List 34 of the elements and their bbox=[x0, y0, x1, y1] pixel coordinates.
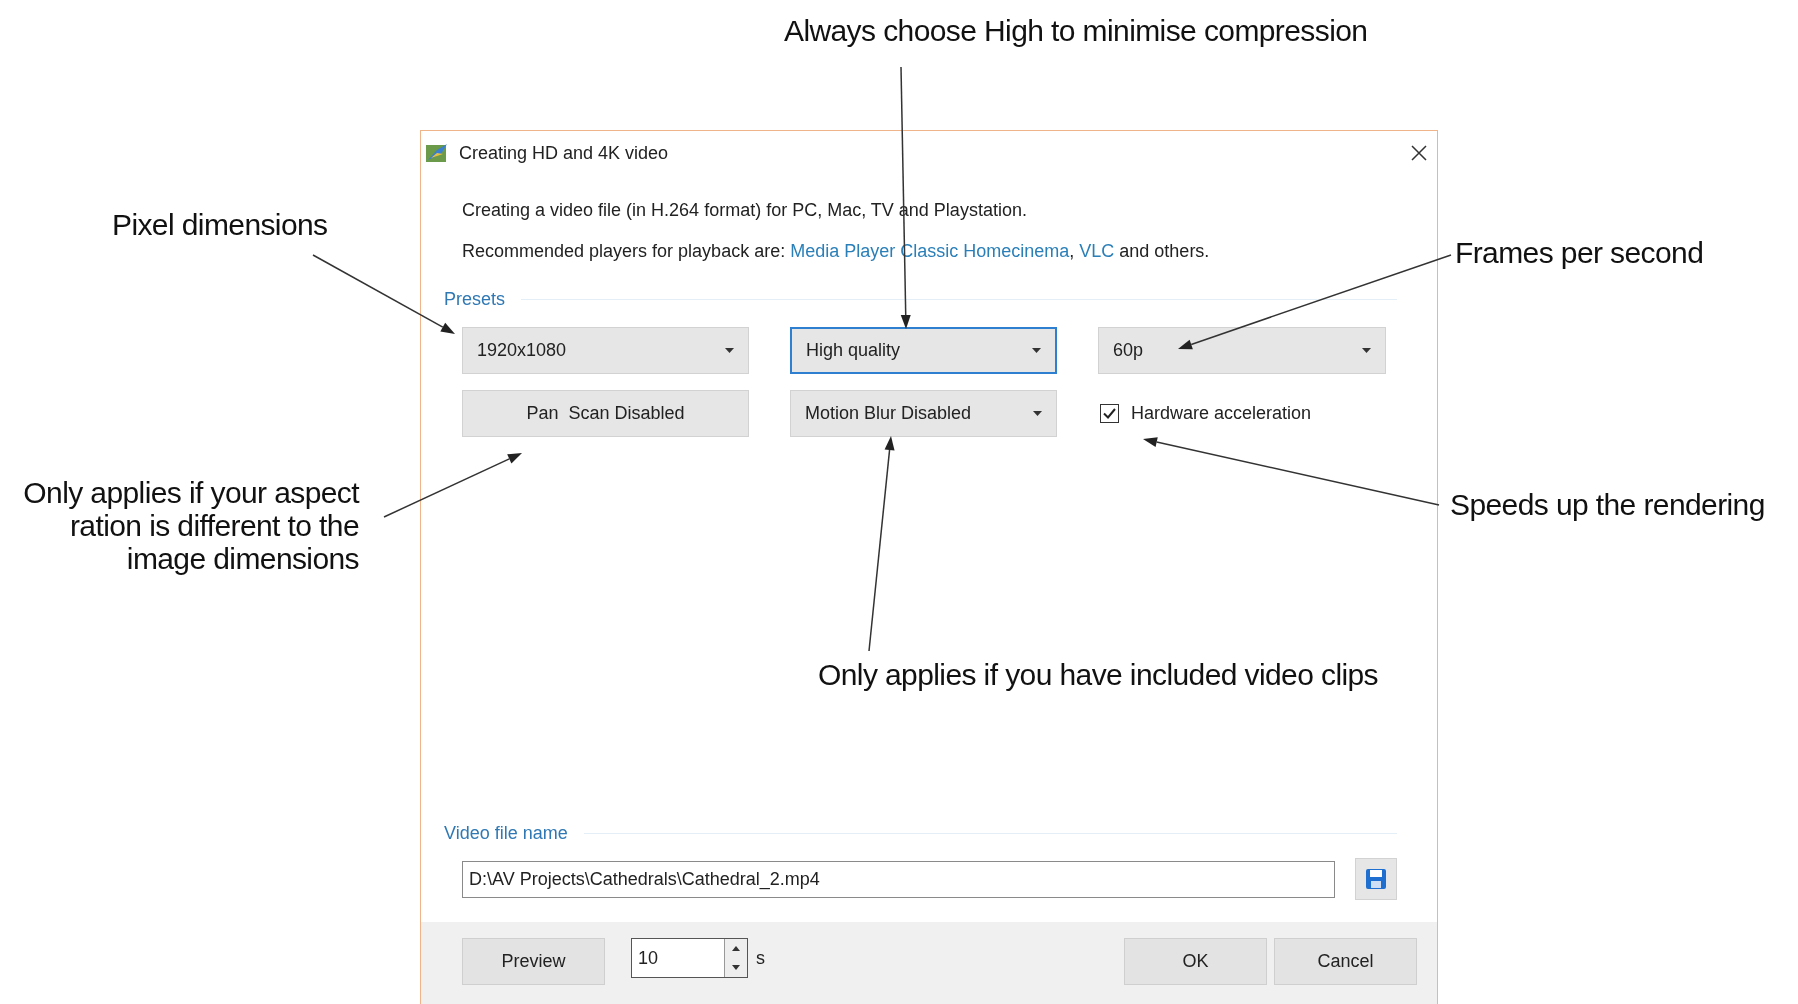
save-icon bbox=[1365, 868, 1387, 890]
group-label: Presets bbox=[444, 289, 506, 310]
duration-field[interactable]: 10 bbox=[632, 939, 724, 977]
app-icon bbox=[425, 142, 449, 164]
file-name-field[interactable]: D:\AV Projects\Cathedrals\Cathedral_2.mp4 bbox=[462, 860, 1335, 898]
dropdown[interactable]: 1920x1080 bbox=[462, 327, 749, 374]
checkbox[interactable] bbox=[1100, 404, 1119, 423]
duration-spinner[interactable]: 10 bbox=[631, 938, 748, 978]
annotation-text: Always choose High to minimise compression bbox=[784, 14, 1368, 47]
player-link[interactable]: VLC bbox=[1079, 241, 1115, 261]
caret-icon bbox=[1032, 348, 1041, 353]
caret-icon bbox=[725, 348, 734, 353]
annotation-text: Pixel dimensions bbox=[112, 208, 328, 241]
annotation-text: Only applies if you have included video clips bbox=[818, 658, 1378, 691]
preview-button[interactable]: Preview bbox=[462, 938, 605, 985]
cancel-button[interactable]: Cancel bbox=[1274, 938, 1417, 985]
annotation-text: Speeds up the rendering bbox=[1450, 488, 1765, 521]
annotation-text: Frames per second bbox=[1455, 236, 1704, 269]
unit-label: s bbox=[756, 947, 765, 970]
window-title: Creating HD and 4K video bbox=[459, 142, 670, 164]
up-icon[interactable] bbox=[725, 939, 747, 958]
checkbox-label: Hardware acceleration bbox=[1131, 403, 1312, 424]
ok-button[interactable]: OK bbox=[1124, 938, 1267, 985]
dropdown[interactable]: High quality bbox=[790, 327, 1057, 374]
caret-icon bbox=[1033, 411, 1042, 416]
dropdown[interactable]: 60p bbox=[1098, 327, 1386, 374]
save-button[interactable] bbox=[1355, 858, 1397, 900]
annotation-text: Only applies if your aspect ration is different to the image dimensions bbox=[23, 476, 359, 575]
close-icon[interactable] bbox=[1411, 145, 1427, 161]
down-icon[interactable] bbox=[725, 958, 747, 977]
dropdown[interactable]: Motion Blur Disabled bbox=[790, 390, 1057, 437]
pan-scan-button[interactable]: Pan Scan Disabled bbox=[462, 390, 749, 437]
group-label: Video file name bbox=[444, 823, 568, 844]
caret-icon bbox=[1362, 348, 1371, 353]
